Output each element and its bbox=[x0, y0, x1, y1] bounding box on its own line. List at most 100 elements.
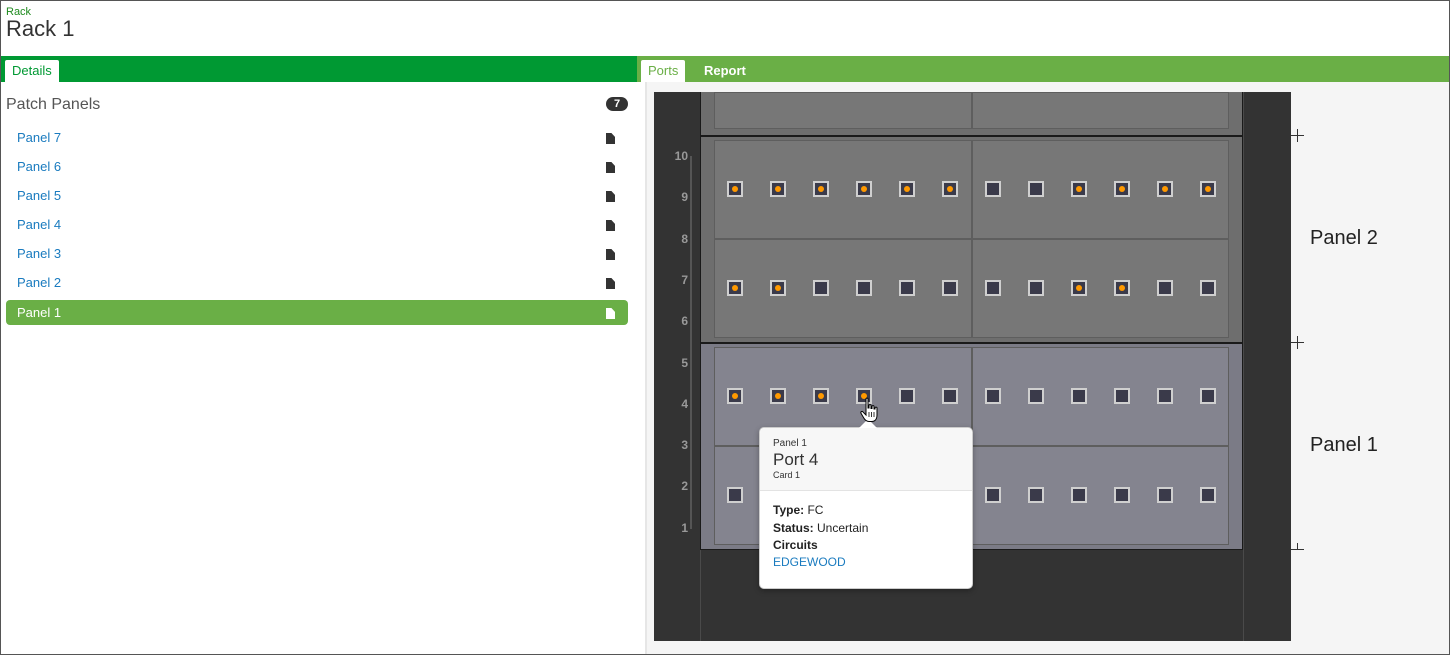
patch-panel-item-label: Panel 3 bbox=[17, 246, 62, 261]
rack-unit-number: 10 bbox=[674, 149, 688, 163]
tooltip-panel-name: Panel 1 bbox=[773, 438, 807, 449]
port-connected[interactable] bbox=[1157, 181, 1173, 197]
port-empty[interactable] bbox=[942, 388, 958, 404]
port-connected[interactable] bbox=[727, 280, 743, 296]
page-header: Rack Rack 1 bbox=[1, 1, 1449, 56]
port-empty[interactable] bbox=[1200, 280, 1216, 296]
rack-panel-label-panel-1: Panel 1 bbox=[1310, 434, 1378, 456]
port-empty[interactable] bbox=[985, 280, 1001, 296]
tooltip-type-label: Type: bbox=[773, 503, 805, 517]
tab-report[interactable]: Report bbox=[704, 60, 746, 82]
tooltip-port-name: Port 4 bbox=[773, 450, 819, 469]
rack-unit-number: 2 bbox=[681, 479, 688, 494]
rack-panel-partial[interactable] bbox=[700, 92, 1243, 136]
port-empty[interactable] bbox=[856, 280, 872, 296]
port-connected[interactable] bbox=[770, 388, 786, 404]
port-connected[interactable] bbox=[1071, 280, 1087, 296]
details-pane: Patch Panels 7 Panel 7 Panel 6 Panel 5 Pane… bbox=[1, 82, 645, 654]
port-connected[interactable] bbox=[813, 181, 829, 197]
panel-boundary-tick bbox=[1297, 543, 1298, 550]
panel-boundary-tick bbox=[1297, 129, 1298, 142]
rack-rail-right bbox=[1243, 92, 1244, 641]
port-empty[interactable] bbox=[985, 487, 1001, 503]
tooltip-type-value: FC bbox=[807, 503, 824, 517]
document-icon[interactable] bbox=[606, 308, 615, 319]
port-empty[interactable] bbox=[1071, 487, 1087, 503]
port-connected[interactable] bbox=[770, 181, 786, 197]
rack-unit-number: 3 bbox=[681, 438, 688, 453]
patch-panel-item[interactable]: Panel 6 bbox=[6, 153, 628, 182]
port-tooltip: Panel 1 Port 4 Card 1 Type: FC Status: U… bbox=[759, 419, 973, 589]
port-connected[interactable] bbox=[1114, 181, 1130, 197]
port-empty[interactable] bbox=[1028, 280, 1044, 296]
port-empty[interactable] bbox=[1200, 487, 1216, 503]
document-icon[interactable] bbox=[606, 220, 615, 231]
tooltip-status-label: Status: bbox=[773, 521, 814, 535]
port-empty[interactable] bbox=[1114, 388, 1130, 404]
port-connected[interactable] bbox=[727, 388, 743, 404]
port-empty[interactable] bbox=[899, 280, 915, 296]
port-empty[interactable] bbox=[1028, 388, 1044, 404]
port-connected[interactable] bbox=[770, 280, 786, 296]
panel-boundary-tick bbox=[1297, 336, 1298, 349]
rack-unit-number: 6 bbox=[681, 314, 688, 329]
port-empty[interactable] bbox=[1200, 388, 1216, 404]
port-empty[interactable] bbox=[813, 280, 829, 296]
right-tab-bar: Ports Report bbox=[637, 56, 1449, 82]
patch-panel-item[interactable]: Panel 2 bbox=[6, 269, 628, 298]
port-connected[interactable] bbox=[813, 388, 829, 404]
tooltip-header: Panel 1 Port 4 Card 1 bbox=[760, 428, 972, 491]
tab-ports[interactable]: Ports bbox=[641, 60, 686, 82]
rack-unit-number: 1 bbox=[681, 520, 688, 535]
port-empty[interactable] bbox=[727, 487, 743, 503]
port-connected[interactable] bbox=[942, 181, 958, 197]
rack-unit-number: 8 bbox=[681, 231, 688, 246]
rack-panel-label-panel-2: Panel 2 bbox=[1310, 227, 1378, 249]
rack-unit-number: 7 bbox=[681, 272, 688, 287]
tab-details[interactable]: Details bbox=[5, 60, 59, 82]
rack-unit-number: 5 bbox=[681, 355, 688, 370]
port-empty[interactable] bbox=[899, 388, 915, 404]
patch-panel-list: Panel 7 Panel 6 Panel 5 Panel 4 Panel 3 Panel… bbox=[6, 124, 628, 325]
patch-panel-item[interactable]: Panel 3 bbox=[6, 240, 628, 269]
tooltip-card-name: Card 1 bbox=[773, 470, 801, 480]
document-icon[interactable] bbox=[606, 162, 615, 173]
port-connected[interactable] bbox=[1114, 280, 1130, 296]
patch-panels-heading: Patch Panels bbox=[6, 96, 101, 113]
port-empty[interactable] bbox=[1157, 280, 1173, 296]
tooltip-circuits-heading: Circuits bbox=[773, 538, 818, 552]
patch-panel-item-label: Panel 7 bbox=[17, 130, 62, 145]
port-empty[interactable] bbox=[942, 280, 958, 296]
rack-panel-2[interactable] bbox=[700, 136, 1243, 343]
patch-panel-item-label: Panel 6 bbox=[17, 159, 62, 174]
port-empty[interactable] bbox=[1157, 487, 1173, 503]
patch-panel-item-label: Panel 4 bbox=[17, 217, 62, 232]
patch-panel-item-label: Panel 1 bbox=[17, 305, 62, 320]
tooltip-type-row: Type: FC bbox=[773, 503, 823, 517]
document-icon[interactable] bbox=[606, 191, 615, 202]
port-connected[interactable] bbox=[899, 181, 915, 197]
patch-panel-item[interactable]: Panel 1 bbox=[6, 300, 628, 325]
port-empty[interactable] bbox=[1028, 181, 1044, 197]
port-empty[interactable] bbox=[1114, 487, 1130, 503]
patch-panel-item[interactable]: Panel 7 bbox=[6, 124, 628, 153]
port-empty[interactable] bbox=[1028, 487, 1044, 503]
rack-unit-axis bbox=[690, 156, 692, 529]
port-connected[interactable] bbox=[856, 181, 872, 197]
port-empty[interactable] bbox=[1071, 388, 1087, 404]
port-connected[interactable] bbox=[1200, 181, 1216, 197]
port-connected[interactable] bbox=[1071, 181, 1087, 197]
rack-unit-number: 9 bbox=[681, 190, 688, 205]
port-empty[interactable] bbox=[985, 181, 1001, 197]
port-empty[interactable] bbox=[985, 388, 1001, 404]
document-icon[interactable] bbox=[606, 278, 615, 289]
document-icon[interactable] bbox=[606, 133, 615, 144]
page-title: Rack 1 bbox=[6, 16, 75, 41]
hand-pointer-cursor-icon bbox=[860, 397, 878, 422]
port-connected[interactable] bbox=[727, 181, 743, 197]
port-empty[interactable] bbox=[1157, 388, 1173, 404]
document-icon[interactable] bbox=[606, 249, 615, 260]
patch-panel-item[interactable]: Panel 4 bbox=[6, 211, 628, 240]
tooltip-circuit-link[interactable]: EDGEWOOD bbox=[773, 555, 846, 569]
patch-panel-item[interactable]: Panel 5 bbox=[6, 182, 628, 211]
